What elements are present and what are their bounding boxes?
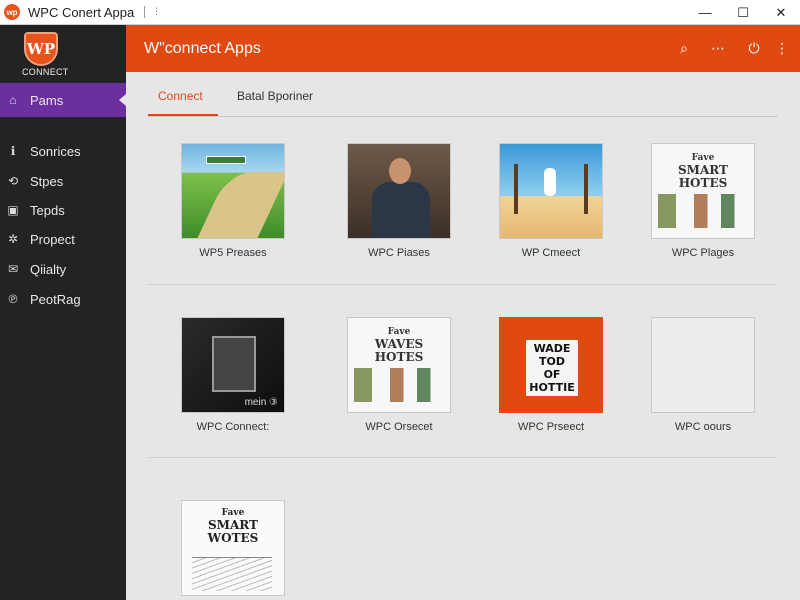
palm-tree-graphic xyxy=(584,164,588,214)
art-text: WOTES xyxy=(207,531,259,545)
app-tile[interactable]: WPC Piases xyxy=(347,143,451,259)
tab-connect[interactable]: Connect xyxy=(158,89,203,103)
tile-caption: WP Cmeect xyxy=(521,247,581,259)
minimize-button[interactable]: — xyxy=(686,0,724,25)
app-tile[interactable]: WP Cmeect xyxy=(499,143,603,259)
pinterest-icon: ℗ xyxy=(8,292,18,306)
tile-thumbnail xyxy=(499,143,603,239)
pin-icon[interactable]: ⫶ xyxy=(155,7,158,18)
shield-logo-icon: WP xyxy=(24,32,58,66)
app-logo-icon: wp xyxy=(4,4,20,20)
tile-thumbnail: Fave WAVES HOTES xyxy=(347,317,451,413)
figures-graphic xyxy=(354,368,444,402)
logo-text: CONNECT xyxy=(22,67,69,77)
power-icon[interactable]: ⏻ xyxy=(744,38,764,58)
tab-batal-bporiner[interactable]: Batal Bporiner xyxy=(237,89,313,103)
app-header: W"connect Apps ⌕ ⋯ ⏻ ⋮ xyxy=(126,25,800,72)
art-text: HOTTIE xyxy=(529,381,575,394)
search-icon[interactable]: ⌕ xyxy=(674,38,694,58)
sidebar-item-label: Stpes xyxy=(30,173,64,189)
sidebar-item-label: Pams xyxy=(30,92,64,108)
sign-graphic xyxy=(206,156,246,164)
tile-thumbnail-empty xyxy=(651,317,755,413)
palm-tree-graphic xyxy=(514,164,518,214)
poster-label: WADE TOD OF HOTTIE xyxy=(526,340,578,396)
app-tile[interactable]: WP5 Preases xyxy=(181,143,285,259)
tile-caption: WPC oours xyxy=(674,421,732,433)
options-icon[interactable]: ⋯ xyxy=(708,38,728,58)
road-graphic xyxy=(195,172,284,238)
figures-graphic xyxy=(658,194,748,228)
app-tile[interactable]: WADE TOD OF HOTTIE WPC Prseect xyxy=(499,317,603,433)
sidebar-item-label: Tepds xyxy=(30,202,65,218)
mail-icon: ✉ xyxy=(7,262,19,276)
jumper-figure xyxy=(544,168,556,196)
image-icon: ▣ xyxy=(7,203,19,217)
app-tile[interactable]: Fave SMART HOTES WPC Plages xyxy=(651,143,755,259)
tile-caption: WPC Prseect xyxy=(517,421,584,433)
gear-icon: ✲ xyxy=(7,232,19,246)
window-title: WPC Conert Appa xyxy=(28,4,135,20)
info-icon: ℹ xyxy=(10,144,16,158)
tile-thumbnail: Fave SMART HOTES xyxy=(651,143,755,239)
steps-icon: ⟲ xyxy=(7,174,19,188)
art-text: TOD xyxy=(539,355,565,368)
title-separator xyxy=(144,6,146,18)
more-icon[interactable]: ⋮ xyxy=(772,38,792,58)
person-body xyxy=(372,182,430,238)
tile-thumbnail xyxy=(181,143,285,239)
person-head xyxy=(389,158,411,184)
person-photo xyxy=(362,152,436,238)
home-icon: ⌂ xyxy=(9,93,17,107)
tile-caption: WPC Connect: xyxy=(196,421,270,433)
art-text: mein ③ xyxy=(244,397,278,408)
sidebar-item-label: Qiialty xyxy=(30,261,67,277)
row-divider xyxy=(148,284,776,285)
tile-caption: WP5 Preases xyxy=(199,247,267,259)
tile-thumbnail xyxy=(347,143,451,239)
app-tile[interactable]: WPC oours xyxy=(651,317,755,433)
art-text: WAVES xyxy=(374,337,424,351)
sidebar-item-propect[interactable]: ✲ Propect xyxy=(0,226,126,252)
sidebar-item-label: Sonrices xyxy=(30,143,81,159)
app-tile[interactable]: Fave WAVES HOTES WPC Orsecet xyxy=(347,317,451,433)
tile-thumbnail: Fave SMART WOTES xyxy=(181,500,285,596)
sidebar-item-stpes[interactable]: ⟲ Stpes xyxy=(0,168,126,194)
tile-thumbnail: WADE TOD OF HOTTIE xyxy=(499,317,603,413)
sketch-graphic xyxy=(192,557,272,591)
row-divider xyxy=(148,457,776,458)
app-tile[interactable]: mein ③ WPC Connect: xyxy=(181,317,285,433)
art-text: SMART xyxy=(208,518,258,532)
app-tile[interactable]: Fave SMART WOTES xyxy=(181,500,285,596)
sidebar-item-peotrag[interactable]: ℗ PeotRag xyxy=(0,286,126,312)
tile-caption: WPC Plages xyxy=(671,247,735,259)
art-text: WADE xyxy=(533,342,571,355)
window-titlebar: wp WPC Conert Appa ⫶ — ☐ ✕ xyxy=(0,0,800,25)
sidebar-item-label: Propect xyxy=(30,231,75,247)
sidebar: WP CONNECT ⌂ Pams ℹ Sonrices ⟲ Stpes ▣ T… xyxy=(0,25,126,600)
sidebar-item-pams[interactable]: ⌂ Pams xyxy=(0,83,126,117)
tile-caption: WPC Piases xyxy=(368,247,430,259)
art-text: SMART xyxy=(678,163,728,177)
page-title: W"connect Apps xyxy=(144,40,261,57)
art-text: HOTES xyxy=(374,350,424,364)
tab-bar: Connect Batal Bporiner xyxy=(126,72,800,118)
sidebar-item-label: PeotRag xyxy=(30,291,81,307)
doorway-graphic xyxy=(212,336,256,392)
tile-thumbnail: mein ③ xyxy=(181,317,285,413)
art-text: OF xyxy=(543,368,561,381)
close-button[interactable]: ✕ xyxy=(762,0,800,25)
tab-divider xyxy=(148,116,778,117)
brand-logo: WP CONNECT xyxy=(0,25,126,83)
sidebar-item-qiialty[interactable]: ✉ Qiialty xyxy=(0,256,126,282)
maximize-button[interactable]: ☐ xyxy=(724,0,762,25)
art-text: HOTES xyxy=(678,176,728,190)
sidebar-item-sonrices[interactable]: ℹ Sonrices xyxy=(0,138,126,164)
sidebar-item-tepds[interactable]: ▣ Tepds xyxy=(0,197,126,223)
tile-caption: WPC Orsecet xyxy=(365,421,433,433)
